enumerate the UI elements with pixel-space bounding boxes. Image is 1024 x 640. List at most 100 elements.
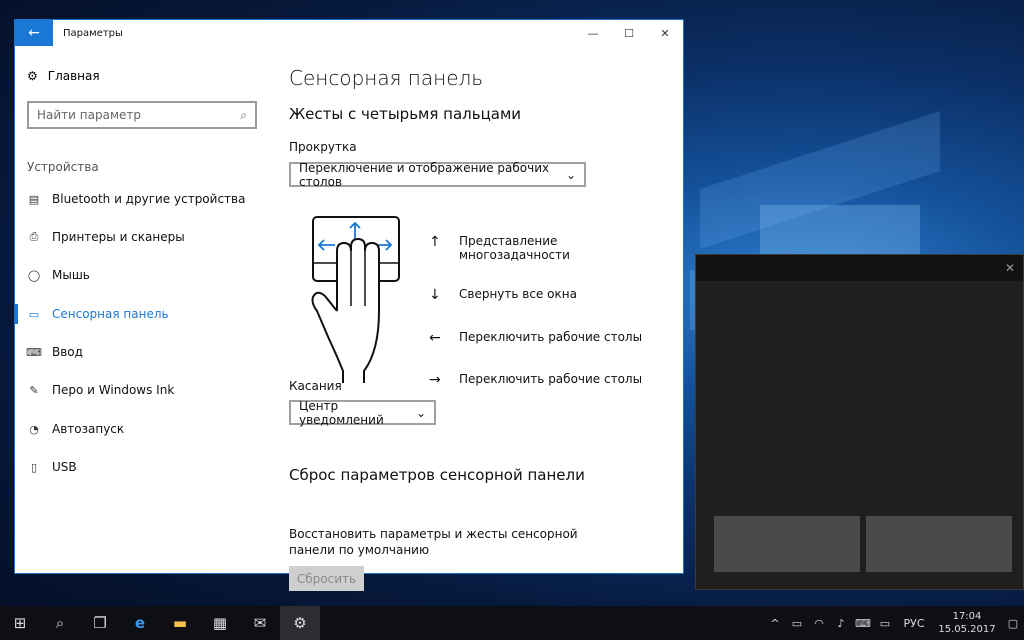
back-button[interactable]: ← — [15, 20, 53, 46]
sidebar-item-label: USB — [52, 460, 77, 474]
sidebar-item-usb[interactable]: ▯ USB — [15, 455, 270, 479]
main-content: Сенсорная панель Жесты с четырьмя пальца… — [289, 46, 683, 573]
reset-title: Сброс параметров сенсорной панели — [289, 466, 585, 484]
gesture-row-up: ↑ Представление многозадачности — [429, 234, 570, 262]
chevron-down-icon: ⌄ — [566, 168, 576, 182]
gesture-label: Переключить рабочие столы — [459, 330, 642, 344]
gesture-label: Переключить рабочие столы — [459, 372, 642, 386]
store-icon: ▦ — [213, 614, 227, 632]
scroll-value: Переключение и отображение рабочих столо… — [299, 161, 566, 189]
sidebar-item-label: Перо и Windows Ink — [52, 383, 174, 397]
settings-window: ← Параметры — ☐ ✕ ⚙ Главная Найти параме… — [14, 19, 684, 574]
search-icon: ⌕ — [240, 108, 247, 123]
settings-taskbar-button[interactable]: ⚙ — [280, 606, 320, 640]
overlay-right-button[interactable] — [866, 516, 1012, 572]
four-finger-hand-icon — [289, 211, 419, 386]
section-label: Устройства — [27, 160, 99, 174]
arrow-up-icon: ↑ — [429, 234, 459, 250]
clock-date: 15.05.2017 — [938, 624, 995, 635]
title-bar: ← Параметры — ☐ ✕ — [15, 20, 683, 46]
gesture-row-down: ↓ Свернуть все окна — [429, 287, 577, 303]
sidebar-item-touchpad[interactable]: ▭ Сенсорная панель — [15, 302, 270, 326]
gear-icon: ⚙ — [293, 614, 306, 632]
printer-icon: ⎙ — [26, 230, 42, 244]
gesture-row-left: ← Переключить рабочие столы — [429, 330, 642, 346]
tap-label: Касания — [289, 379, 342, 393]
sidebar-item-label: Автозапуск — [52, 422, 124, 436]
sidebar-item-typing[interactable]: ⌨ Ввод — [15, 340, 270, 364]
sidebar-item-bluetooth[interactable]: ▤ Bluetooth и другие устройства — [15, 187, 270, 211]
mail-icon: ✉ — [254, 614, 267, 632]
start-button[interactable]: ⊞ — [0, 606, 40, 640]
sidebar-item-label: Принтеры и сканеры — [52, 230, 185, 244]
search-icon: ⌕ — [56, 614, 64, 632]
chevron-down-icon: ⌄ — [416, 406, 426, 420]
arrow-down-icon: ↓ — [429, 287, 459, 303]
sidebar-item-label: Сенсорная панель — [52, 307, 169, 321]
reset-button[interactable]: Сбросить — [289, 566, 364, 591]
taskbar: ⊞ ⌕ ❐ e ▬ ▦ ✉ ⚙ ^ ▭ ◠ ♪ ⌨ ▭ РУС 17:04 15… — [0, 606, 1024, 640]
windows-logo-icon: ⊞ — [14, 614, 27, 632]
volume-icon[interactable]: ♪ — [830, 617, 852, 630]
bluetooth-icon: ▤ — [26, 193, 42, 206]
tap-value: Центр уведомлений — [299, 399, 416, 427]
sidebar-item-label: Мышь — [52, 268, 90, 282]
sidebar: ⚙ Главная Найти параметр ⌕ Устройства ▤ … — [15, 46, 270, 573]
autoplay-icon: ◔ — [26, 423, 42, 436]
battery-icon[interactable]: ▭ — [786, 617, 808, 630]
back-arrow-icon: ← — [28, 25, 40, 41]
overlay-title-bar — [696, 255, 1023, 281]
keyboard-icon[interactable]: ⌨ — [852, 617, 874, 630]
arrow-left-icon: ← — [429, 330, 459, 346]
sidebar-item-mouse[interactable]: ◯ Мышь — [15, 263, 270, 287]
close-icon[interactable]: ✕ — [1005, 261, 1015, 275]
mail-button[interactable]: ✉ — [240, 606, 280, 640]
notification-icon[interactable]: ▢ — [1002, 617, 1024, 630]
sidebar-item-pen[interactable]: ✎ Перо и Windows Ink — [15, 378, 270, 402]
tap-dropdown[interactable]: Центр уведомлений ⌄ — [289, 400, 436, 425]
sidebar-item-label: Ввод — [52, 345, 83, 359]
clock[interactable]: 17:04 15.05.2017 — [932, 610, 1002, 636]
touchpad-tray-icon[interactable]: ▭ — [874, 617, 896, 630]
arrow-right-icon: → — [429, 372, 459, 388]
chevron-up-icon[interactable]: ^ — [764, 617, 786, 630]
search-button[interactable]: ⌕ — [40, 606, 80, 640]
section-title: Жесты с четырьмя пальцами — [289, 105, 521, 123]
usb-icon: ▯ — [26, 461, 42, 474]
scroll-label: Прокрутка — [289, 140, 357, 154]
window-title: Параметры — [63, 28, 575, 39]
pen-icon: ✎ — [26, 384, 42, 397]
gesture-label: Представление многозадачности — [459, 234, 570, 262]
explorer-button[interactable]: ▬ — [160, 606, 200, 640]
task-view-button[interactable]: ❐ — [80, 606, 120, 640]
sidebar-item-printers[interactable]: ⎙ Принтеры и сканеры — [15, 225, 270, 249]
close-button[interactable]: ✕ — [647, 20, 683, 46]
touchpad-overlay-panel: ✕ — [695, 254, 1024, 590]
wifi-icon[interactable]: ◠ — [808, 617, 830, 630]
language-indicator[interactable]: РУС — [896, 617, 932, 630]
scroll-dropdown[interactable]: Переключение и отображение рабочих столо… — [289, 162, 586, 187]
gesture-label: Свернуть все окна — [459, 287, 577, 301]
maximize-button[interactable]: ☐ — [611, 20, 647, 46]
mouse-icon: ◯ — [26, 269, 42, 282]
sidebar-item-autoplay[interactable]: ◔ Автозапуск — [15, 417, 270, 441]
search-placeholder: Найти параметр — [37, 108, 141, 122]
folder-icon: ▬ — [173, 614, 187, 632]
minimize-button[interactable]: — — [575, 20, 611, 46]
edge-button[interactable]: e — [120, 606, 160, 640]
store-button[interactable]: ▦ — [200, 606, 240, 640]
home-link[interactable]: ⚙ Главная — [27, 69, 100, 83]
reset-description: Восстановить параметры и жесты сенсорной… — [289, 526, 609, 558]
gesture-label-line1: Представление — [459, 234, 557, 248]
keyboard-icon: ⌨ — [26, 346, 42, 359]
overlay-left-button[interactable] — [714, 516, 860, 572]
gesture-label-line2: многозадачности — [459, 248, 570, 262]
touchpad-icon: ▭ — [26, 308, 42, 321]
gesture-row-right: → Переключить рабочие столы — [429, 372, 642, 388]
system-tray: ^ ▭ ◠ ♪ ⌨ ▭ РУС 17:04 15.05.2017 ▢ — [764, 606, 1024, 640]
wallpaper-beam — [760, 205, 920, 260]
gear-icon: ⚙ — [27, 69, 38, 83]
page-title: Сенсорная панель — [289, 66, 483, 90]
sidebar-item-label: Bluetooth и другие устройства — [52, 192, 245, 206]
search-input[interactable]: Найти параметр ⌕ — [27, 101, 257, 129]
